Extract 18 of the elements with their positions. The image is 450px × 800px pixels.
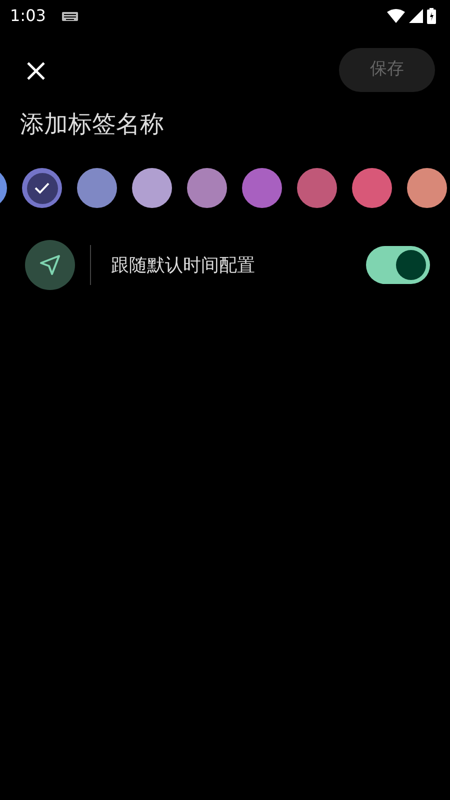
status-time: 1:03: [10, 5, 46, 27]
wifi-icon: [387, 9, 405, 23]
color-swatch[interactable]: [407, 168, 447, 208]
follow-default-label: 跟随默认时间配置: [111, 254, 256, 278]
toggle-switch[interactable]: [366, 246, 430, 284]
color-swatch[interactable]: [352, 168, 392, 208]
color-swatch[interactable]: [297, 168, 337, 208]
battery-icon: [427, 8, 436, 24]
color-swatch[interactable]: [22, 168, 62, 208]
navigation-icon: [25, 240, 75, 290]
color-swatch[interactable]: [187, 168, 227, 208]
tag-name-field[interactable]: 添加标签名称: [20, 106, 430, 142]
keyboard-icon: [62, 12, 78, 20]
color-swatch[interactable]: [242, 168, 282, 208]
color-swatch[interactable]: [77, 168, 117, 208]
signal-icon: [409, 9, 423, 23]
color-swatch[interactable]: [132, 168, 172, 208]
check-icon: [34, 182, 50, 194]
